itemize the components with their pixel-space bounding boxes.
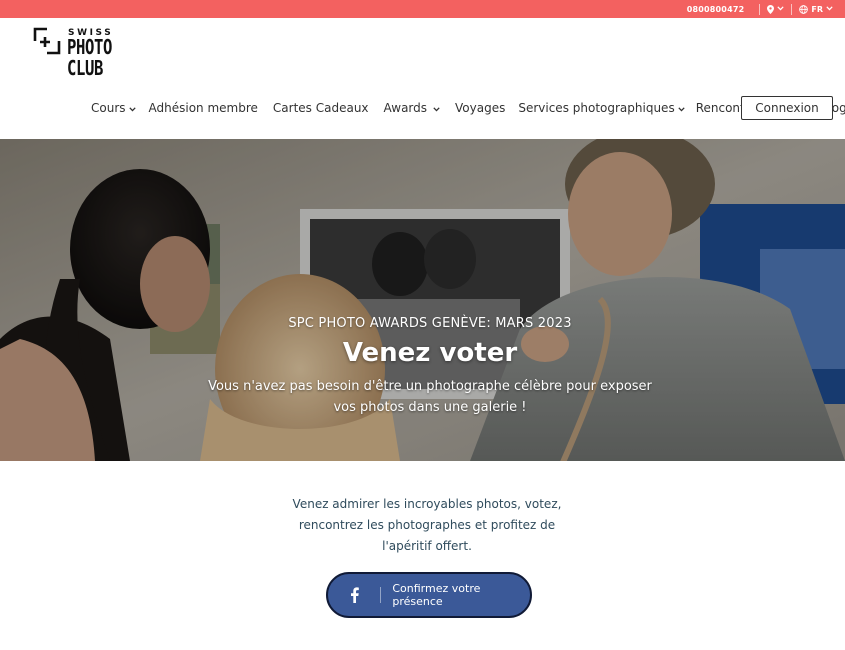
divider xyxy=(791,3,793,15)
nav-item-cartes-cadeaux[interactable]: Cartes Cadeaux xyxy=(273,101,369,115)
chevron-down-icon xyxy=(777,5,785,11)
nav-label: Cartes Cadeaux xyxy=(272,101,369,115)
confirm-attendance-button[interactable]: Confirmez votre présence xyxy=(326,572,532,618)
globe-icon xyxy=(799,4,809,14)
top-utility-bar: 0800800472 FR xyxy=(0,0,845,18)
nav-label: Adhésion membre xyxy=(148,101,258,115)
hero-subtitle: Vous n'avez pas besoin d'être un photogr… xyxy=(208,379,652,415)
main-nav: Cours Adhésion membre Cartes Cadeaux Awa… xyxy=(91,96,845,120)
divider xyxy=(759,3,761,15)
nav-item-voyages[interactable]: Voyages xyxy=(455,101,505,115)
nav-item-cours[interactable]: Cours xyxy=(91,101,136,115)
chevron-down-icon xyxy=(678,101,685,115)
nav-label: Cours xyxy=(91,101,126,115)
nav-item-awards[interactable]: Awards xyxy=(384,101,440,115)
hero-banner: SPC PHOTO AWARDS GENÈVE: MARS 2023 Venez… xyxy=(0,139,845,461)
nav-item-services-photographiques[interactable]: Services photographiques xyxy=(518,101,685,115)
nav-label: Voyages xyxy=(455,101,506,115)
logo-frame-icon xyxy=(33,27,61,55)
location-selector[interactable] xyxy=(767,4,785,14)
nav-label: Awards xyxy=(383,101,428,115)
chevron-down-icon xyxy=(433,101,440,115)
logo-text-club: CLUB xyxy=(67,56,104,80)
confirm-attendance-label: Confirmez votre présence xyxy=(392,582,481,608)
chevron-down-icon xyxy=(128,101,136,115)
site-header: SWISS PHOTO CLUB Cours Adhésion membre C… xyxy=(0,18,845,139)
language-label: FR xyxy=(811,4,823,14)
chevron-down-icon xyxy=(826,5,833,11)
logo-text-photo: PHOTO xyxy=(67,35,113,59)
map-pin-icon xyxy=(767,4,775,14)
hero-kicker: SPC PHOTO AWARDS GENÈVE: MARS 2023 xyxy=(288,316,572,331)
nav-label: Services photographiques xyxy=(518,101,675,115)
facebook-icon xyxy=(328,587,380,603)
phone-number-link[interactable]: 0800800472 xyxy=(687,5,745,14)
swiss-photo-club-logo[interactable]: SWISS PHOTO CLUB xyxy=(33,27,118,81)
event-intro-text: Venez admirer les incroyables photos, vo… xyxy=(292,497,562,553)
language-selector[interactable]: FR xyxy=(799,5,833,14)
hero-title: Venez voter xyxy=(342,338,518,368)
button-divider xyxy=(380,587,382,603)
login-button[interactable]: Connexion xyxy=(741,96,833,120)
nav-item-adhesion[interactable]: Adhésion membre xyxy=(149,101,258,115)
